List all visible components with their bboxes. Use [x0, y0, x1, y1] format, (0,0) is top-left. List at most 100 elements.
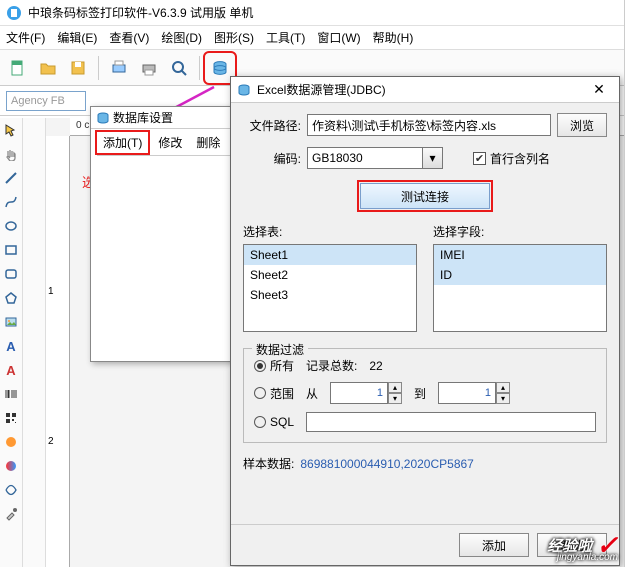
menu-window[interactable]: 窗口(W) — [317, 29, 360, 46]
menu-draw[interactable]: 绘图(D) — [161, 29, 202, 46]
range-to-spinner[interactable]: 1 ▴▾ — [438, 382, 510, 404]
filter-range-radio[interactable]: 范围 — [254, 385, 294, 402]
table-listbox[interactable]: Sheet1 Sheet2 Sheet3 — [243, 244, 417, 332]
first-row-checkbox[interactable]: ✔ 首行含列名 — [473, 150, 550, 167]
app-title: 中琅条码标签打印软件-V6.3.9 试用版 单机 — [28, 4, 253, 21]
db-delete-tab[interactable]: 删除 — [190, 132, 226, 153]
radio-icon — [254, 387, 266, 399]
record-count-label: 记录总数: — [306, 357, 357, 374]
check-icon: ✔ — [473, 152, 486, 165]
filter-all-label: 所有 — [270, 357, 294, 374]
menu-tool[interactable]: 工具(T) — [266, 29, 305, 46]
ellipse-tool[interactable] — [0, 214, 22, 238]
barcode-tool[interactable] — [0, 382, 22, 406]
new-doc-button[interactable] — [4, 54, 32, 82]
pointer-tool[interactable] — [0, 118, 22, 142]
filter-legend: 数据过滤 — [252, 341, 308, 358]
dialog-icon — [237, 83, 251, 97]
text-tool[interactable]: A — [0, 334, 22, 358]
print-button[interactable] — [135, 54, 163, 82]
db-add-tab[interactable]: 添加(T) — [95, 130, 150, 155]
line-tool[interactable] — [0, 166, 22, 190]
record-count-value: 22 — [369, 359, 382, 373]
spin-up-icon[interactable]: ▴ — [388, 382, 402, 393]
save-button[interactable] — [64, 54, 92, 82]
file-path-input[interactable]: 作资料\测试\手机标签\标签内容.xls — [307, 114, 551, 136]
left-tool-panel: A A — [0, 118, 46, 567]
filter-sql-label: SQL — [270, 415, 294, 429]
menu-help[interactable]: 帮助(H) — [373, 29, 414, 46]
print-setup-button[interactable] — [105, 54, 133, 82]
filter-range-label: 范围 — [270, 385, 294, 402]
dialog-title-text: Excel数据源管理(JDBC) — [257, 81, 386, 98]
filter-sql-radio[interactable]: SQL — [254, 415, 294, 429]
db-settings-title: 数据库设置 — [113, 109, 173, 126]
close-button[interactable]: ✕ — [585, 80, 613, 100]
rect-tool[interactable] — [0, 238, 22, 262]
gradient-tool[interactable] — [0, 454, 22, 478]
roundrect-tool[interactable] — [0, 262, 22, 286]
file-path-label: 文件路径: — [243, 117, 301, 134]
menu-file[interactable]: 文件(F) — [6, 29, 45, 46]
browse-button[interactable]: 浏览 — [557, 113, 607, 137]
field-item[interactable]: ID — [434, 265, 606, 285]
menu-edit[interactable]: 编辑(E) — [57, 29, 97, 46]
test-connection-button[interactable]: 测试连接 — [360, 183, 490, 209]
eyedropper-tool[interactable] — [0, 502, 22, 526]
range-from-spinner[interactable]: 1 ▴▾ — [330, 382, 402, 404]
toolbar-separator — [199, 56, 200, 80]
select-table-label: 选择表: — [243, 223, 417, 240]
add-button[interactable]: 添加 — [459, 533, 529, 557]
db-settings-tabs: 添加(T) 修改 删除 — [91, 129, 237, 155]
menubar: 文件(F) 编辑(E) 查看(V) 绘图(D) 图形(S) 工具(T) 窗口(W… — [0, 26, 624, 50]
spin-up-icon[interactable]: ▴ — [496, 382, 510, 393]
qrcode-tool[interactable] — [0, 406, 22, 430]
main-titlebar: 中琅条码标签打印软件-V6.3.9 试用版 单机 — [0, 0, 624, 26]
app-logo-icon — [6, 5, 22, 21]
polygon-tool[interactable] — [0, 286, 22, 310]
encoding-label: 编码: — [243, 150, 301, 167]
ruler-v-tick-1: 1 — [48, 286, 54, 297]
bezier-tool[interactable] — [0, 190, 22, 214]
ruler-v-tick-2: 2 — [48, 436, 54, 447]
preview-button[interactable] — [165, 54, 193, 82]
ruler-vertical: 1 2 — [46, 136, 70, 567]
table-item[interactable]: Sheet2 — [244, 265, 416, 285]
open-button[interactable] — [34, 54, 62, 82]
field-listbox[interactable]: IMEI ID — [433, 244, 607, 332]
fill-tool[interactable] — [0, 430, 22, 454]
curve-tool[interactable] — [0, 478, 22, 502]
watermark-url: jingyanla.com — [557, 552, 618, 563]
filter-all-radio[interactable]: 所有 — [254, 357, 294, 374]
excel-datasource-dialog: Excel数据源管理(JDBC) ✕ 文件路径: 作资料\测试\手机标签\标签内… — [230, 76, 620, 566]
select-field-label: 选择字段: — [433, 223, 607, 240]
font-name-combo[interactable]: Agency FB — [6, 91, 86, 111]
first-row-label: 首行含列名 — [490, 150, 550, 167]
db-edit-tab[interactable]: 修改 — [152, 132, 188, 153]
sample-data-value: 869881000044910,2020CP5867 — [300, 457, 474, 471]
table-item[interactable]: Sheet1 — [244, 245, 416, 265]
spin-down-icon[interactable]: ▾ — [496, 393, 510, 404]
from-label: 从 — [306, 385, 318, 402]
dialog-titlebar[interactable]: Excel数据源管理(JDBC) ✕ — [231, 77, 619, 103]
sample-data-label: 样本数据: — [243, 455, 294, 472]
richtext-tool[interactable]: A — [0, 358, 22, 382]
menu-view[interactable]: 查看(V) — [109, 29, 149, 46]
image-tool[interactable] — [0, 310, 22, 334]
encoding-combo[interactable]: GB18030 ▾ — [307, 147, 443, 169]
db-list-area — [97, 155, 231, 355]
db-settings-dialog: 数据库设置 添加(T) 修改 删除 — [90, 106, 238, 362]
hand-tool[interactable] — [0, 142, 22, 166]
field-item[interactable]: IMEI — [434, 245, 606, 265]
data-filter-fieldset: 数据过滤 所有 记录总数: 22 范围 从 1 — [243, 348, 607, 443]
menu-shape[interactable]: 图形(S) — [214, 29, 254, 46]
table-item[interactable]: Sheet3 — [244, 285, 416, 305]
to-label: 到 — [414, 385, 426, 402]
radio-icon — [254, 416, 266, 428]
sql-input[interactable] — [306, 412, 596, 432]
toolbar-separator — [98, 56, 99, 80]
chevron-down-icon[interactable]: ▾ — [423, 147, 443, 169]
db-settings-titlebar[interactable]: 数据库设置 — [91, 107, 237, 129]
spin-down-icon[interactable]: ▾ — [388, 393, 402, 404]
watermark: 经验啦 ✓ jingyanla.com — [547, 530, 618, 561]
